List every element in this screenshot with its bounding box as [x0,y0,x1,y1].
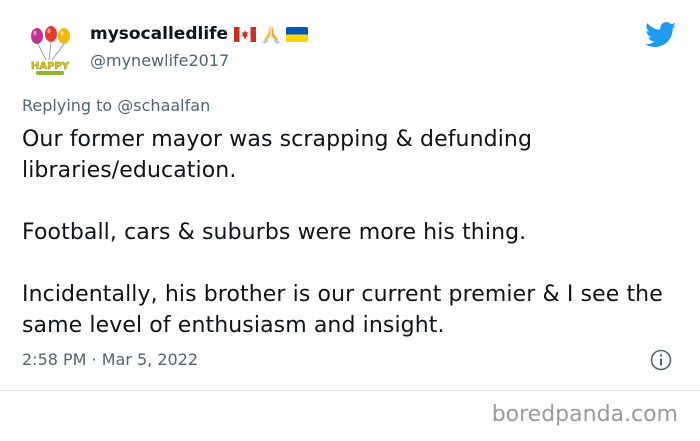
ukraine-flag-icon [286,26,309,42]
display-name-text: mysocalledlife [90,24,229,44]
tweet-timestamp[interactable]: 2:58 PM · Mar 5, 2022 [22,350,198,369]
reply-mention-link[interactable]: @schaalfan [117,96,210,115]
user-handle[interactable]: @mynewlife2017 [90,51,229,70]
twitter-bird-icon[interactable] [645,22,677,48]
info-icon[interactable] [650,349,672,371]
balloons-avatar-image: HAPPY [22,22,78,78]
canada-flag-icon [234,26,257,42]
replying-to: Replying to @schaalfan [22,96,210,115]
avatar-text: HAPPY [31,61,70,72]
replying-prefix: Replying to [22,96,113,115]
praying-hands-icon [262,26,280,44]
tweet-text: Our former mayor was scrapping & defundi… [22,124,682,341]
tweet-paragraph-1: Our former mayor was scrapping & defundi… [22,127,533,183]
watermark: boredpanda.com [491,402,678,427]
avatar[interactable]: HAPPY [22,22,78,78]
display-name[interactable]: mysocalledlife [90,24,309,44]
tweet-paragraph-3: Incidentally, his brother is our current… [22,282,663,338]
tweet-card: HAPPY mysocalledlife @mynewlife2017 Repl… [0,0,700,391]
display-name-emoji [234,24,309,44]
tweet-paragraph-2: Football, cars & suburbs were more his t… [22,220,527,245]
